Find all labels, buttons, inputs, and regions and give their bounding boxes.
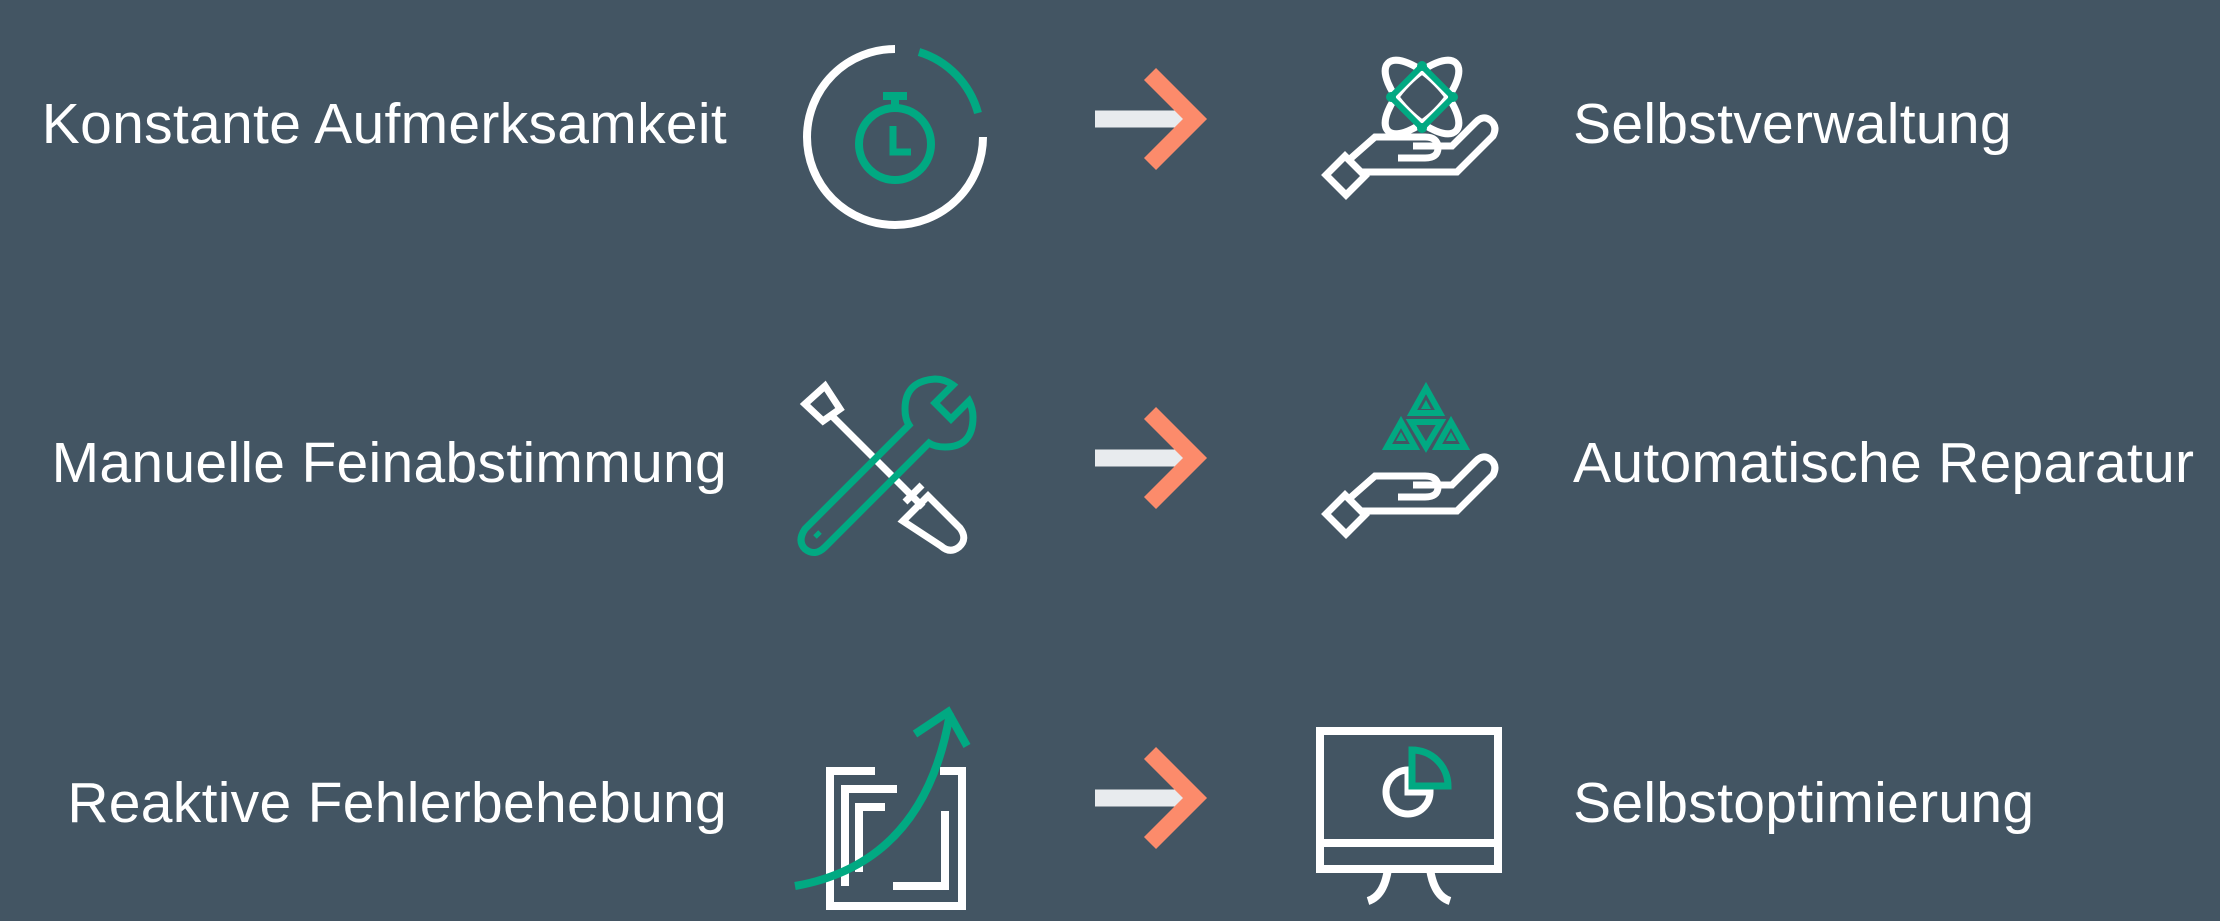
from-label-1: Konstante Aufmerksamkeit xyxy=(41,92,727,156)
wrench-screwdriver-icon xyxy=(797,375,977,556)
transformation-row-1: Konstante Aufmerksamkeit Selbstverwaltun… xyxy=(0,2,2220,242)
pie-chart-shape xyxy=(1382,746,1452,818)
hand-triangles-icon xyxy=(1321,381,1499,539)
stopwatch-progress-arc xyxy=(917,48,982,115)
arrow-right-icon xyxy=(1095,67,1208,171)
arrow-right-icon xyxy=(1095,746,1208,850)
stopwatch-hands xyxy=(889,126,911,156)
from-label-2: Manuelle Feinabstimmung xyxy=(51,431,727,495)
triangles-shape xyxy=(1381,381,1471,453)
to-label-2: Automatische Reparatur xyxy=(1573,431,2195,495)
arrow-right-icon xyxy=(1095,406,1208,510)
to-label-1: Selbstverwaltung xyxy=(1573,92,2012,156)
wrench-shape xyxy=(797,375,977,556)
transformation-row-2: Manuelle Feinabstimmung Automatische Rep… xyxy=(0,341,2220,581)
hand-atom-icon xyxy=(1321,56,1499,200)
to-label-3: Selbstoptimierung xyxy=(1573,771,2035,835)
stopwatch-icon xyxy=(803,45,987,229)
growth-arrow-icon xyxy=(794,706,971,910)
transformation-row-3: Reaktive Fehlerbehebung Selbstoptimierun… xyxy=(0,681,2220,921)
open-hand-shape xyxy=(1321,453,1499,539)
monitor-chart-icon xyxy=(1316,727,1502,905)
from-label-3: Reaktive Fehlerbehebung xyxy=(67,771,727,835)
atom-shape xyxy=(1381,56,1463,138)
transformation-diagram: Konstante Aufmerksamkeit Selbstverwaltun… xyxy=(0,0,2220,910)
